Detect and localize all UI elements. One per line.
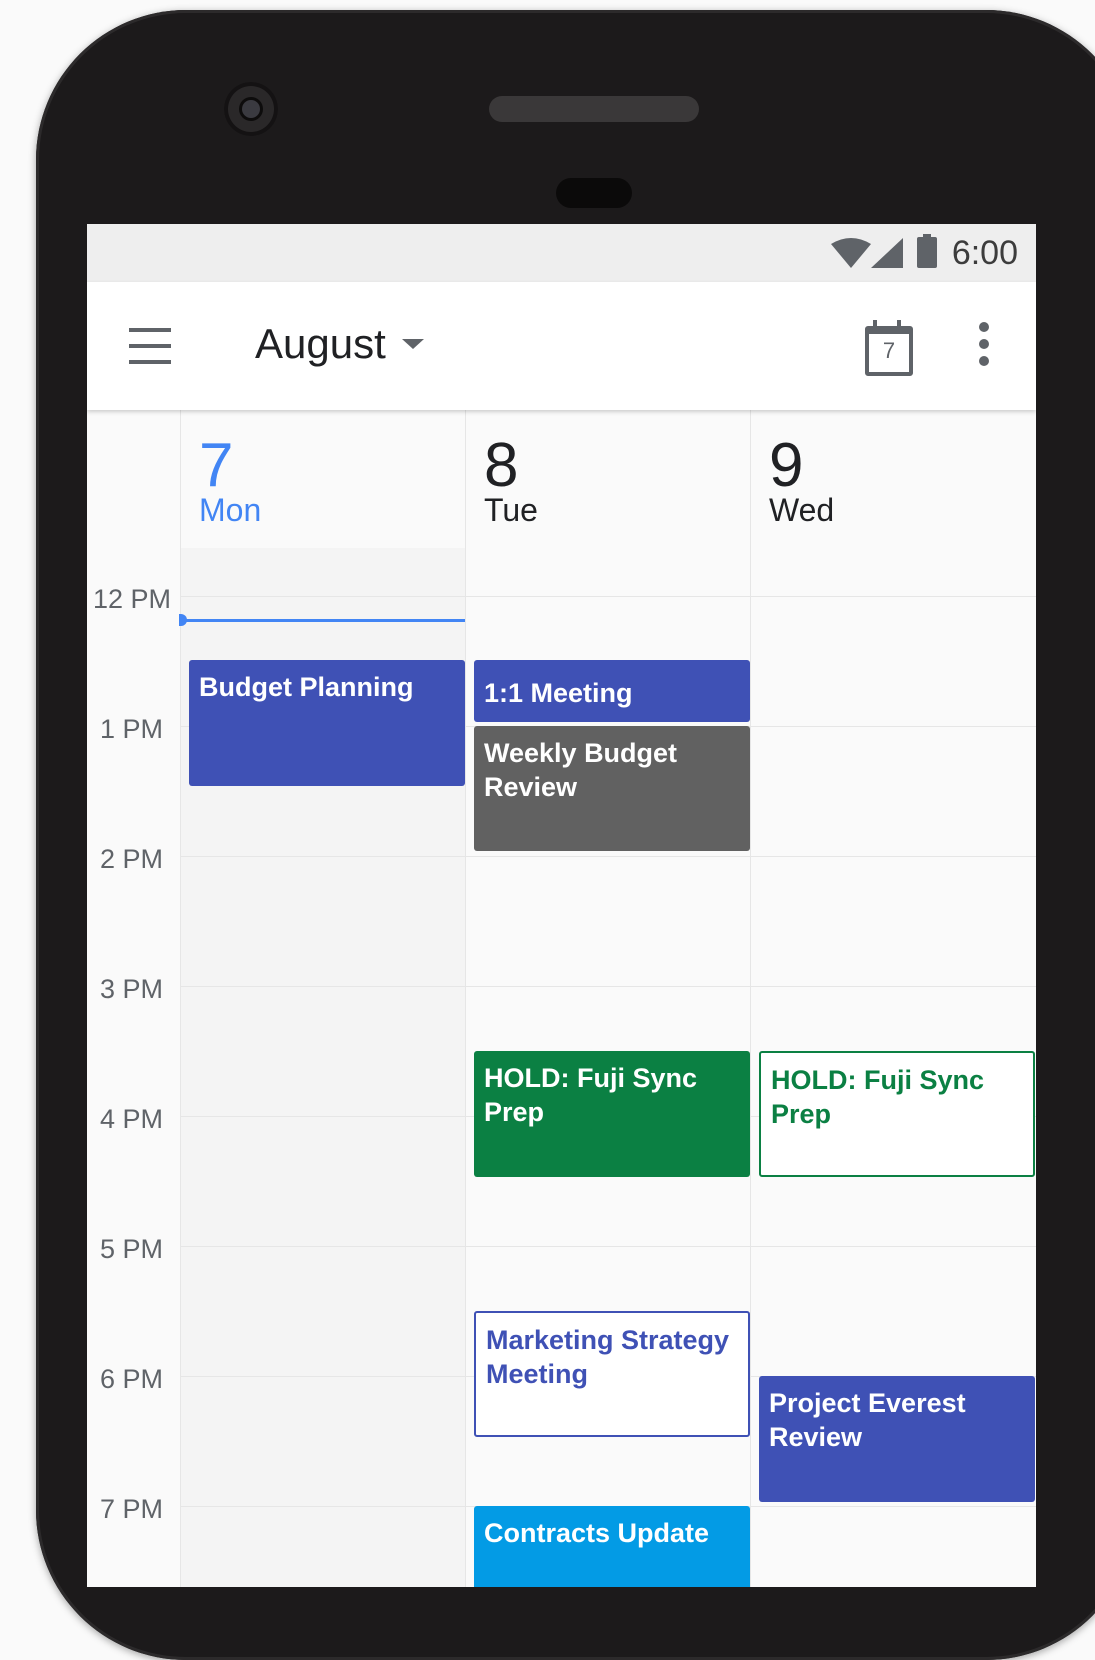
hour-label: 2 PM: [100, 844, 164, 874]
day-number: 9: [769, 431, 804, 500]
event-title: Budget Planning: [199, 672, 414, 702]
event-budget-planning[interactable]: Budget Planning: [189, 660, 465, 786]
hour-label: 5 PM: [100, 1234, 164, 1264]
more-options-button[interactable]: [973, 322, 997, 372]
day-name: Wed: [769, 492, 835, 528]
hour-label: 1 PM: [100, 714, 164, 744]
day-header-row: 7 Mon 8 Tue 9 Wed: [87, 410, 1036, 548]
screen: 6:00 August 7 7 Mon 8 Tue 9 Wed 12 PM 1 …: [87, 224, 1036, 1587]
cell-signal-icon: [871, 238, 903, 268]
event-title: HOLD: Fuji Sync Prep: [484, 1063, 698, 1127]
earpiece-speaker: [489, 96, 699, 122]
front-camera: [224, 82, 278, 136]
day-name: Tue: [484, 492, 538, 528]
day-header-tue[interactable]: 8 Tue: [466, 410, 750, 548]
calendar-ring-icon: [897, 320, 901, 330]
event-title: Contracts Update: [484, 1518, 710, 1548]
hour-label: 6 PM: [100, 1364, 164, 1394]
hour-label: 12 PM: [93, 584, 172, 614]
event-project-everest-review[interactable]: Project Everest Review: [759, 1376, 1035, 1502]
month-label: August: [255, 320, 386, 367]
menu-button[interactable]: [123, 324, 177, 368]
month-selector[interactable]: August: [255, 320, 424, 368]
dropdown-arrow-icon: [401, 339, 424, 349]
event-title: Marketing Strategy Meeting: [486, 1325, 730, 1389]
time-grid[interactable]: 12 PM 1 PM 2 PM 3 PM 4 PM 5 PM 6 PM 7 PM…: [87, 410, 1036, 1587]
day-header-mon[interactable]: 7 Mon: [181, 410, 465, 548]
day-number: 8: [484, 431, 519, 500]
event-weekly-budget-review[interactable]: Weekly Budget Review: [474, 726, 750, 851]
hour-line: [180, 1246, 1036, 1247]
today-button[interactable]: 7: [857, 316, 915, 376]
wifi-icon: [831, 238, 871, 268]
hour-label: 7 PM: [100, 1494, 164, 1524]
hour-line: [180, 596, 1036, 597]
status-time: 6:00: [951, 234, 1018, 272]
hour-line: [180, 986, 1036, 987]
current-time-indicator: [182, 619, 465, 622]
hour-label: 3 PM: [100, 974, 164, 1004]
proximity-sensor: [556, 178, 632, 208]
more-vert-icon-dot: [979, 339, 989, 349]
status-bar: 6:00: [87, 224, 1036, 282]
event-contracts-update[interactable]: Contracts Update: [474, 1506, 750, 1587]
event-title: Weekly Budget Review: [484, 738, 678, 802]
day-name: Mon: [199, 492, 262, 528]
day-header-wed[interactable]: 9 Wed: [751, 410, 1035, 548]
event-title: Project Everest Review: [769, 1388, 966, 1452]
more-vert-icon: [979, 322, 989, 332]
menu-icon: [129, 328, 171, 332]
event-one-on-one-meeting[interactable]: 1:1 Meeting: [474, 660, 750, 722]
event-title: HOLD: Fuji Sync Prep: [771, 1065, 985, 1129]
menu-icon-bar: [129, 344, 171, 348]
today-button-number: 7: [882, 338, 896, 363]
menu-icon-bar: [129, 360, 171, 364]
app-bar: August 7: [87, 282, 1036, 410]
calendar-ring-icon: [873, 320, 877, 330]
column-divider: [465, 410, 466, 1587]
hour-line: [180, 856, 1036, 857]
more-vert-icon-dot: [979, 356, 989, 366]
event-hold-fuji-sync-prep-tue[interactable]: HOLD: Fuji Sync Prep: [474, 1051, 750, 1177]
day-number: 7: [199, 431, 234, 500]
hour-label: 4 PM: [100, 1104, 164, 1134]
column-divider: [750, 410, 751, 1587]
battery-icon: [917, 234, 937, 268]
event-marketing-strategy-meeting[interactable]: Marketing Strategy Meeting: [474, 1311, 750, 1437]
event-title: 1:1 Meeting: [484, 678, 633, 708]
event-hold-fuji-sync-prep-wed[interactable]: HOLD: Fuji Sync Prep: [759, 1051, 1035, 1177]
